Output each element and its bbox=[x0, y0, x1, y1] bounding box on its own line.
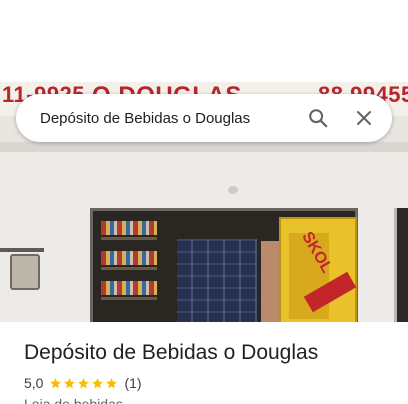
rating-value: 5,0 bbox=[24, 375, 44, 391]
close-button[interactable] bbox=[344, 98, 384, 138]
beverage-crates bbox=[177, 239, 257, 322]
shop-entrance: SKOL bbox=[90, 208, 358, 322]
place-info-panel[interactable]: Depósito de Bebidas o Douglas 5,0 (1) Lo… bbox=[0, 322, 408, 404]
search-input[interactable]: Depósito de Bebidas o Douglas bbox=[40, 110, 298, 127]
back-wall bbox=[261, 241, 281, 322]
shelf-goods bbox=[101, 221, 157, 235]
star-icon bbox=[78, 377, 90, 388]
electric-meter bbox=[10, 254, 40, 290]
place-category: Loja de bebidas bbox=[24, 396, 123, 404]
shelf-goods bbox=[101, 281, 157, 295]
wall-lamp bbox=[228, 186, 238, 194]
search-bar[interactable]: Depósito de Bebidas o Douglas bbox=[16, 94, 392, 142]
search-button[interactable] bbox=[298, 98, 338, 138]
star-icon bbox=[50, 377, 62, 388]
side-door-frame bbox=[394, 208, 408, 322]
shelf bbox=[101, 297, 157, 300]
star-icon bbox=[106, 377, 118, 388]
shelf-goods bbox=[101, 251, 157, 265]
beer-fridge: SKOL bbox=[279, 217, 357, 322]
rating-row[interactable]: 5,0 (1) bbox=[24, 375, 142, 391]
shelf bbox=[101, 237, 157, 240]
search-icon bbox=[309, 109, 328, 128]
star-icon bbox=[64, 377, 76, 388]
meter-wire bbox=[0, 248, 44, 252]
place-title: Depósito de Bebidas o Douglas bbox=[24, 341, 319, 364]
shelf bbox=[101, 267, 157, 270]
rating-stars bbox=[49, 377, 119, 390]
close-icon bbox=[357, 111, 371, 125]
review-count[interactable]: (1) bbox=[124, 375, 141, 391]
star-icon bbox=[92, 377, 104, 388]
